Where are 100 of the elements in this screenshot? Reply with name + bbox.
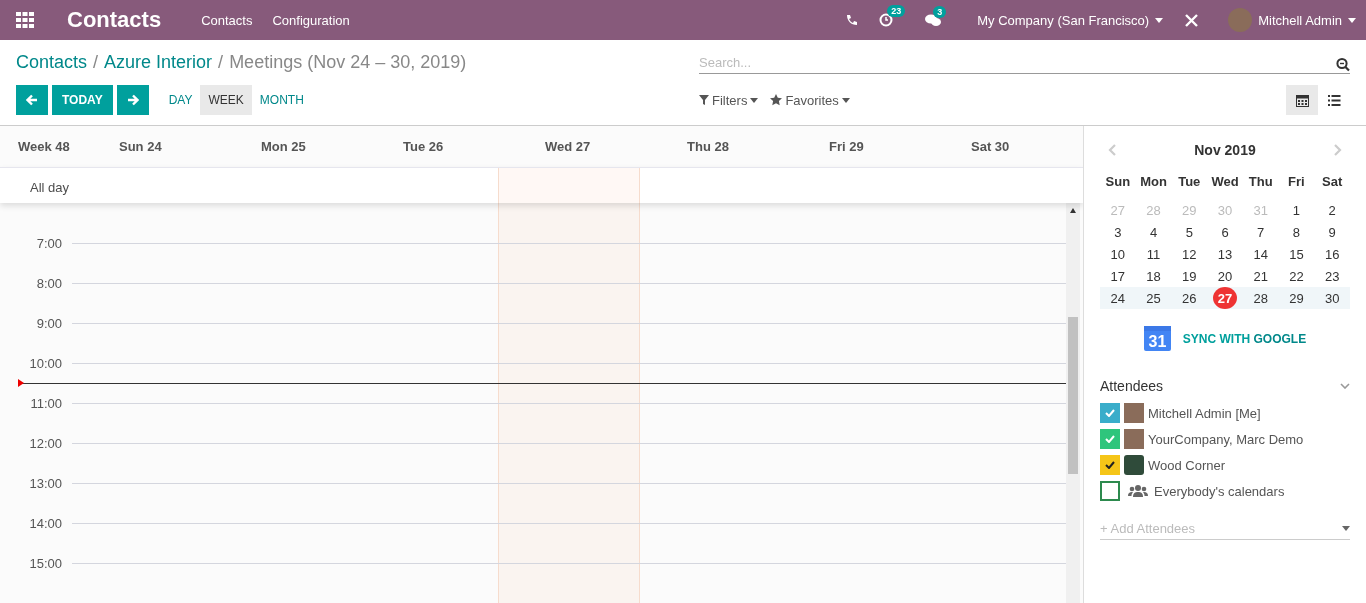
weekday-label: Sat <box>1321 173 1344 191</box>
date-cell[interactable]: 16 <box>1324 246 1340 262</box>
caret-icon <box>750 97 759 103</box>
date-cell[interactable]: 21 <box>1253 268 1268 284</box>
calendar-31-icon: 31 <box>1143 326 1171 351</box>
caret-icon <box>1342 526 1350 531</box>
caret-icon <box>1348 17 1356 23</box>
date-cell[interactable]: 6 <box>1221 224 1229 240</box>
date-cell[interactable]: 11 <box>1146 246 1161 262</box>
menu-item[interactable]: Contacts <box>201 12 253 28</box>
scale-tab[interactable]: DAY <box>160 85 201 115</box>
weekday-label: Sun <box>1104 173 1132 191</box>
breadcrumb-link[interactable]: Azure Interior <box>104 52 213 73</box>
day-header: Sat 30 <box>970 138 1011 154</box>
date-cell[interactable]: 1 <box>1292 202 1301 218</box>
check-icon <box>1105 435 1115 443</box>
phone-icon[interactable] <box>845 14 858 26</box>
all-day-label: All day <box>29 178 71 197</box>
funnel-icon <box>699 95 709 105</box>
date-cell[interactable]: 7 <box>1257 224 1265 240</box>
person-avatar <box>1124 403 1144 423</box>
date-cell[interactable]: 17 <box>1110 268 1126 284</box>
breadcrumb-current: Meetings (Nov 24 – 30, 2019) <box>229 52 467 73</box>
caret-icon <box>1155 17 1164 23</box>
attendee-checkbox[interactable] <box>1100 429 1120 449</box>
attendee-name: Wood Corner <box>1148 457 1226 473</box>
day-header: Tue 26 <box>402 138 445 154</box>
users-icon <box>1128 484 1148 498</box>
date-cell[interactable]: 12 <box>1182 246 1197 262</box>
person-avatar <box>1124 429 1144 449</box>
date-cell[interactable]: 2 <box>1328 202 1336 218</box>
date-cell[interactable]: 19 <box>1182 268 1197 284</box>
arrow-right-icon <box>126 94 139 106</box>
date-cell[interactable]: 8 <box>1292 224 1301 240</box>
menu-item[interactable]: Configuration <box>272 12 350 28</box>
user-avatar <box>1228 8 1253 32</box>
date-cell[interactable]: 26 <box>1182 290 1197 306</box>
company-logo <box>1124 455 1144 475</box>
weekday-label: Fri <box>1287 173 1306 191</box>
calendar-icon <box>1295 93 1309 107</box>
date-cell[interactable]: 22 <box>1289 268 1304 284</box>
day-header: Sun 24 <box>118 138 163 154</box>
date-cell[interactable]: 18 <box>1146 268 1161 284</box>
date-cell[interactable]: 23 <box>1324 268 1340 284</box>
apps-icon[interactable] <box>16 12 34 28</box>
weekday-label: Wed <box>1210 173 1240 191</box>
scrollbar[interactable] <box>1066 203 1080 603</box>
date-cell[interactable]: 4 <box>1149 224 1158 240</box>
app-title: Contacts <box>67 7 162 33</box>
chevron-down-icon[interactable] <box>1340 383 1350 389</box>
date-cell[interactable]: 13 <box>1217 246 1233 262</box>
day-header: Thu 28 <box>686 138 730 154</box>
caret-icon <box>841 97 850 103</box>
next-button[interactable] <box>116 85 149 115</box>
date-cell[interactable]: 9 <box>1328 224 1336 240</box>
date-cell[interactable]: 25 <box>1146 290 1161 306</box>
date-cell[interactable]: 3 <box>1114 224 1122 240</box>
filters-dropdown[interactable]: Filters <box>699 92 759 108</box>
day-header: Wed 27 <box>544 138 592 154</box>
date-cell[interactable]: 15 <box>1289 246 1304 262</box>
favorites-dropdown[interactable]: Favorites <box>770 92 850 108</box>
previous-button[interactable] <box>16 85 48 115</box>
star-icon <box>770 94 783 106</box>
date-cell[interactable]: 24 <box>1110 290 1126 306</box>
clock-icon[interactable] <box>879 13 894 27</box>
calendar-view-button[interactable] <box>1286 85 1318 115</box>
scale-tab[interactable]: WEEK <box>200 85 252 115</box>
attendee-checkbox[interactable] <box>1100 403 1120 423</box>
breadcrumb-separator: / <box>218 52 224 73</box>
date-cell[interactable]: 14 <box>1253 246 1268 262</box>
company-switcher[interactable]: My Company (San Francisco) <box>977 12 1164 28</box>
list-icon <box>1327 93 1341 107</box>
week-number: Week 48 <box>17 138 71 154</box>
scale-tab[interactable]: MONTH <box>251 85 312 115</box>
attendees-title: Attendees <box>1100 378 1164 394</box>
sync-google-button[interactable]: 31 SYNC WITH GOOGLE <box>1100 325 1350 352</box>
weekday-label: Thu <box>1247 173 1274 191</box>
attendee-checkbox[interactable] <box>1100 481 1120 501</box>
attendee-name: Everybody's calendars <box>1154 483 1285 499</box>
attendee-name: YourCompany, Marc Demo <box>1148 431 1304 447</box>
date-cell[interactable]: 5 <box>1185 224 1193 240</box>
date-cell[interactable]: 20 <box>1217 268 1233 284</box>
date-cell[interactable]: 10 <box>1110 246 1126 262</box>
check-icon <box>1105 409 1115 417</box>
attendee-checkbox[interactable] <box>1100 455 1120 475</box>
date-cell[interactable]: 29 <box>1289 290 1304 306</box>
breadcrumb-link[interactable]: Contacts <box>16 52 88 73</box>
activity-count-badge: 23 <box>887 5 906 17</box>
month-title: Nov 2019 <box>1194 142 1256 158</box>
weekday-label: Tue <box>1177 173 1202 191</box>
user-menu[interactable]: Mitchell Admin <box>1228 8 1356 32</box>
day-header: Mon 25 <box>260 138 307 154</box>
breadcrumb-separator: / <box>93 52 99 73</box>
arrow-left-icon <box>26 94 38 106</box>
check-icon <box>1105 461 1115 469</box>
today-date[interactable]: 27 <box>1213 287 1237 309</box>
date-cell[interactable]: 30 <box>1324 290 1340 306</box>
message-count-badge: 3 <box>933 5 947 18</box>
attendee-name: Mitchell Admin [Me] <box>1148 405 1261 421</box>
date-cell[interactable]: 28 <box>1253 290 1268 306</box>
